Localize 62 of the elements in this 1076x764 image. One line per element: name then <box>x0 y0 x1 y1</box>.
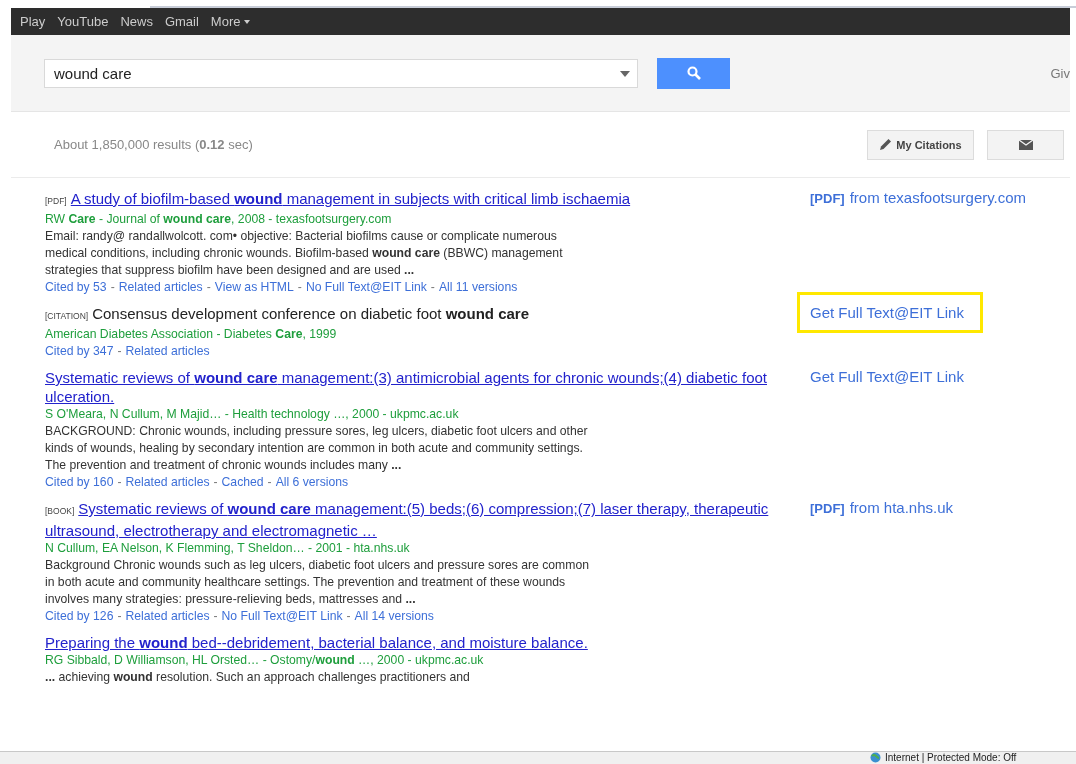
result-authors: N Cullum, EA Nelson, K Flemming, T Sheldon… - 2001 - hta.nhs.uk <box>45 541 410 555</box>
result-title-link[interactable]: [PDF] A study of biofilm-based wound management in subjects with critical limb ischaemia <box>45 189 789 211</box>
nav-link[interactable]: YouTube <box>57 14 109 29</box>
separator: - <box>430 279 435 296</box>
full-text-link[interactable]: Get Full Text@EIT Link <box>797 292 983 333</box>
globe-icon <box>870 752 881 763</box>
result-snippet: ... achieving wound resolution. Such an approach challenges practitioners and <box>45 670 470 684</box>
result-title-link[interactable]: Systematic reviews of wound care management:(3) antimicrobial agents for chronic wounds;(4) diabetic foot ulceration. <box>45 368 789 406</box>
result-link[interactable]: Cited by 160 <box>45 474 114 491</box>
caret-icon <box>244 19 251 24</box>
result-authors: American Diabetes Association - Diabetes Care, 1999 <box>45 327 337 341</box>
result-link[interactable]: Cited by 126 <box>45 608 114 625</box>
separator: - <box>117 343 122 360</box>
status-text: Internet | Protected Mode: Off <box>885 752 1017 764</box>
result-snippet: Email: randy@ randallwolcott. com• objective: Bacterial biofilms cause or complicate numerous medical conditions, including chronic wounds. Biofilm-based wound care (BBWC) management strategies that suppress biofilm have been designed and are used ... <box>45 229 563 277</box>
result-link[interactable]: No Full Text@EIT Link <box>305 279 427 296</box>
caret-icon <box>620 70 630 77</box>
nav-link[interactable]: More <box>210 14 251 29</box>
result-snippet: Background Chronic wounds such as leg ulcers, diabetic foot ulcers and pressure sores are common in both acute and community healthcare settings. The prevention and treatment of these wounds involves many strategies: pressure-relieving beds, mattresses and ... <box>45 558 589 606</box>
result-link[interactable]: Related articles <box>125 608 210 625</box>
search-field[interactable]: wound care <box>44 58 638 88</box>
separator: - <box>110 279 115 296</box>
result-snippet: BACKGROUND: Chronic wounds, including pressure sores, leg ulcers, diabetic foot ulcers and other kinds of wounds, healing by secondary intention are common in both acute and community settings. The prevention and treatment of chronic wounds includes many ... <box>45 424 588 472</box>
nav-link[interactable]: Play <box>20 14 46 29</box>
nav-link[interactable]: Gmail <box>164 14 199 29</box>
separator: - <box>206 279 211 296</box>
separator: - <box>117 608 122 625</box>
full-text-link[interactable]: [PDF] from texasfootsurgery.com <box>797 186 1040 209</box>
result-link[interactable]: Related articles <box>125 474 210 491</box>
nav-link[interactable]: News <box>120 14 153 29</box>
result-title: [CITATION] Consensus development conference on diabetic foot wound care <box>45 304 531 324</box>
header-text: Giv <box>1050 65 1070 81</box>
separator: - <box>267 474 272 491</box>
search-button[interactable] <box>657 57 730 89</box>
separator: - <box>213 474 218 491</box>
result-link[interactable]: Related articles <box>125 343 210 360</box>
result-link[interactable]: All 14 versions <box>354 608 434 625</box>
result-authors: S O'Meara, N Cullum, M Majid… - Health technology …, 2000 - ukpmc.ac.uk <box>45 407 459 421</box>
full-text-link[interactable]: [PDF] from hta.nhs.uk <box>797 496 967 519</box>
pencil-icon <box>879 138 893 151</box>
full-text-link[interactable]: Get Full Text@EIT Link <box>797 365 977 388</box>
result-title-link[interactable]: Preparing the wound bed--debridement, bacterial balance, and moisture balance. <box>45 633 789 652</box>
result-link[interactable]: All 11 versions <box>438 279 518 296</box>
my-citations-button[interactable]: My Citations <box>867 129 974 160</box>
result-authors: RW Care - Journal of wound care, 2008 - texasfootsurgery.com <box>45 212 392 226</box>
separator: - <box>297 279 302 296</box>
result-link[interactable]: All 6 versions <box>275 474 349 491</box>
result-link[interactable]: Cached <box>221 474 264 491</box>
mail-icon <box>1018 139 1033 150</box>
result-link[interactable]: Related articles <box>118 279 203 296</box>
separator: - <box>346 608 351 625</box>
result-link[interactable]: No Full Text@EIT Link <box>221 608 343 625</box>
separator: - <box>117 474 122 491</box>
result-authors: RG Sibbald, D Williamson, HL Orsted… - Ostomy/wound …, 2000 - ukpmc.ac.uk <box>45 653 484 667</box>
result-link[interactable]: Cited by 347 <box>45 343 114 360</box>
separator: - <box>213 608 218 625</box>
email-button[interactable] <box>987 129 1064 160</box>
search-icon <box>686 66 701 80</box>
result-link[interactable]: Cited by 53 <box>45 279 107 296</box>
result-link[interactable]: View as HTML <box>214 279 294 296</box>
results-count: About 1,850,000 results (0.12 sec) <box>54 137 253 152</box>
result-title-link[interactable]: [BOOK] Systematic reviews of wound care management:(5) beds;(6) compression;(7) laser therapy, therapeutic ultrasound, electrotherapy and electromagnetic … <box>45 499 789 540</box>
